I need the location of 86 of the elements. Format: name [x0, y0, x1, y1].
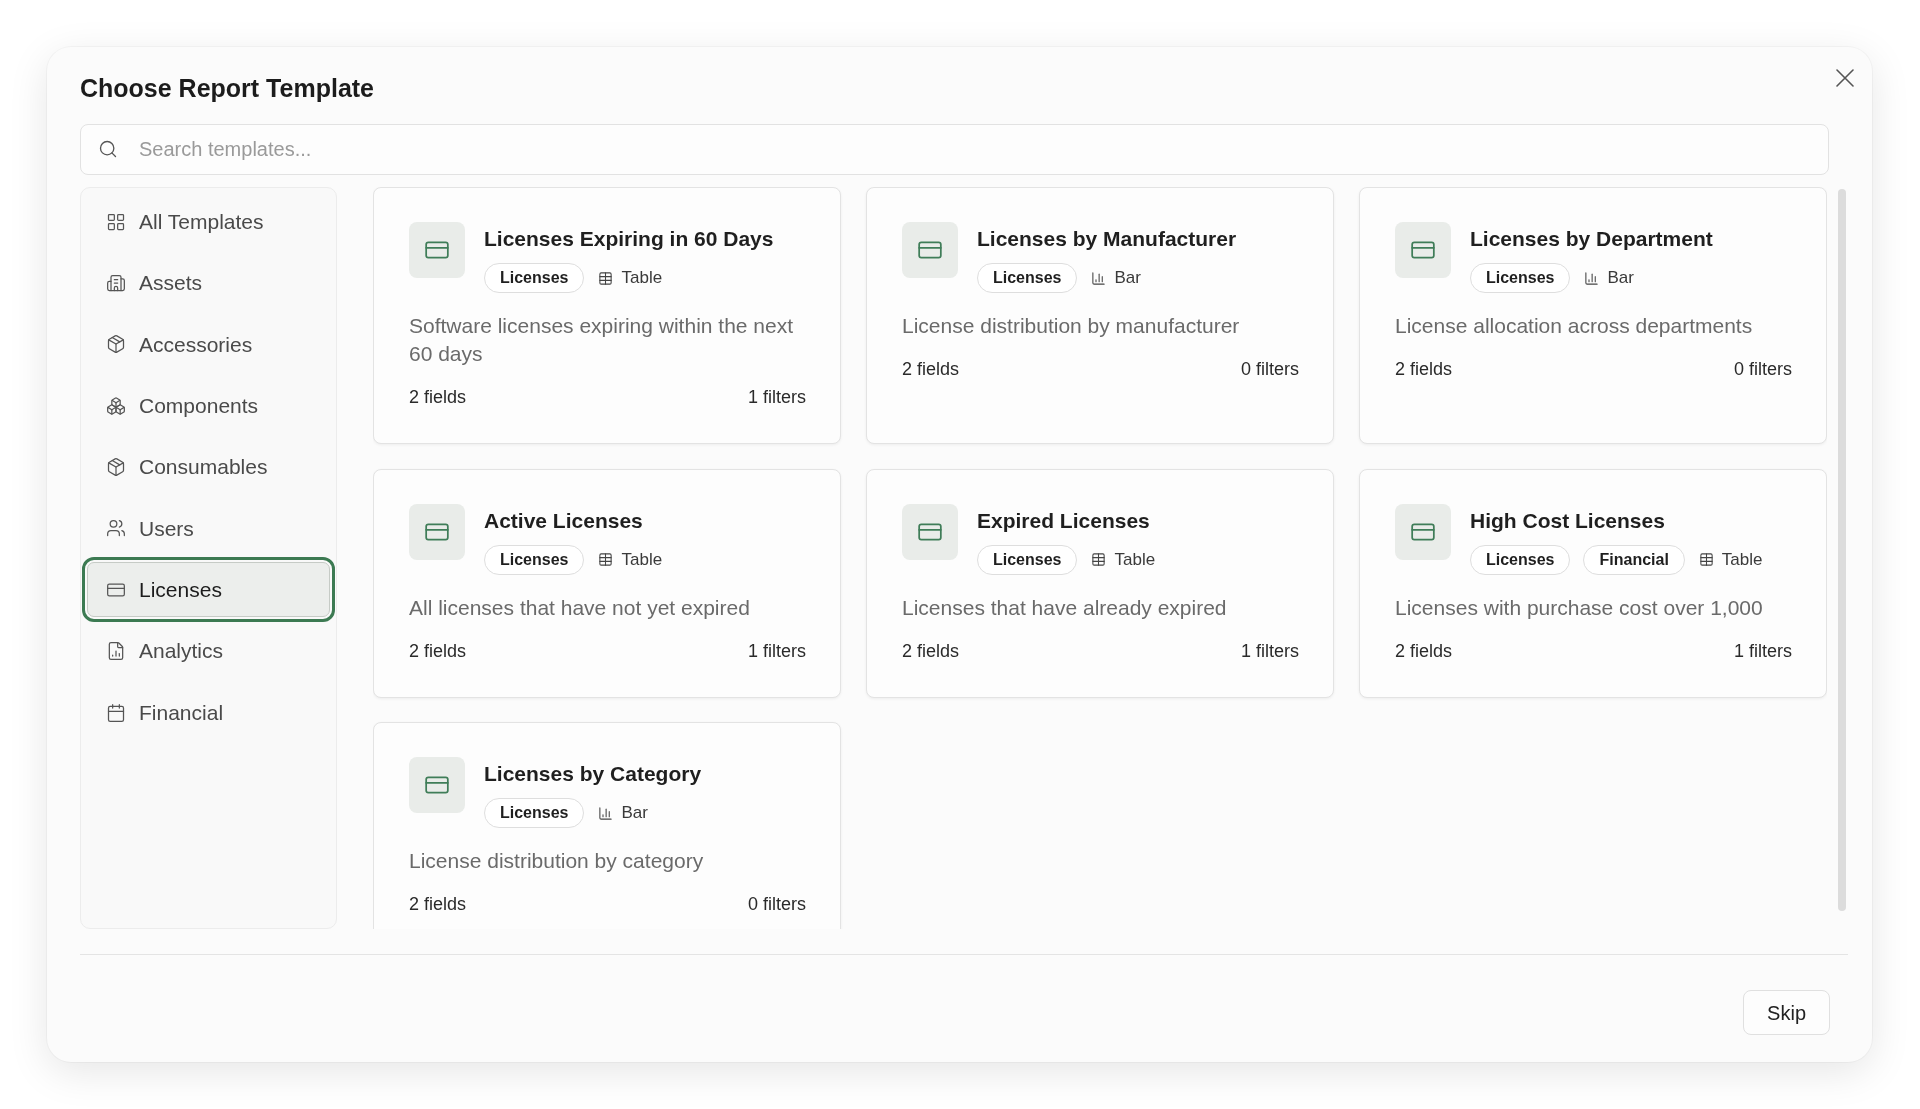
credit-card-icon: [409, 222, 465, 278]
table-icon: [598, 270, 614, 286]
template-description: All licenses that have not yet expired: [409, 594, 751, 621]
calendar-icon: [106, 702, 126, 723]
template-card[interactable]: Licenses Expiring in 60 Days Licenses Table Software licenses expiring within the next 60 days 2 fields 1 filters: [373, 187, 841, 444]
bar-chart-icon: [1584, 270, 1600, 286]
sidebar-item[interactable]: Components: [87, 378, 330, 434]
tag: Licenses: [977, 544, 1078, 575]
credit-card-icon: [902, 222, 958, 278]
template-description: Licenses that have already expired: [902, 594, 1228, 621]
boxes-icon: [106, 395, 126, 416]
field-count: 2 fields: [902, 358, 960, 381]
close-icon: [1836, 69, 1854, 87]
credit-card-icon: [902, 503, 958, 560]
search-icon: [98, 139, 118, 159]
bar-chart-icon: [598, 805, 614, 821]
sidebar-item[interactable]: Financial: [87, 685, 330, 741]
box-icon: [106, 334, 126, 355]
sidebar-item[interactable]: Users: [87, 500, 330, 556]
tag: Licenses: [977, 263, 1078, 293]
template-card[interactable]: Active Licenses Licenses Table All licenses that have not yet expired 2 fields 1 filters: [373, 468, 841, 698]
filter-count: 1 filters: [1733, 639, 1792, 663]
skip-button[interactable]: Skip: [1743, 990, 1830, 1035]
filter-count: 0 filters: [747, 893, 806, 916]
tag: Licenses: [484, 798, 585, 828]
card-title: Active Licenses: [484, 507, 644, 534]
sidebar-item[interactable]: Accessories: [87, 316, 330, 372]
card-title: Expired Licenses: [977, 507, 1151, 534]
chart-type-label: Table: [1721, 548, 1763, 571]
chart-type-label: Table: [621, 267, 663, 290]
chart-type-label: Table: [621, 548, 663, 571]
tag: Financial: [1583, 544, 1685, 575]
template-card[interactable]: Licenses by Manufacturer Licenses Bar License distribution by manufacturer 2 fields 0 filters: [866, 187, 1334, 444]
file-chart-icon: [106, 641, 126, 662]
template-description: License distribution by category: [409, 848, 705, 874]
tag: Licenses: [1470, 263, 1571, 293]
tag: Licenses: [484, 263, 585, 293]
chart-type-label: Bar: [621, 802, 648, 825]
table-icon: [1698, 552, 1714, 567]
filter-count: 0 filters: [1240, 358, 1299, 381]
template-card[interactable]: Licenses by Department Licenses Bar License allocation across departments 2 fields 0 filters: [1359, 187, 1827, 444]
credit-card-icon: [1395, 503, 1451, 560]
template-card[interactable]: High Cost Licenses Licenses Financial Table Licenses with purchase cost over 1,000 2 fields 1 filters: [1359, 468, 1827, 698]
search-field[interactable]: Search templates...: [80, 124, 1829, 175]
building-icon: [106, 272, 126, 293]
template-card[interactable]: Expired Licenses Licenses Table Licenses that have already expired 2 fields 1 filters: [866, 468, 1334, 698]
box-icon: [106, 457, 126, 478]
table-icon: [598, 552, 614, 567]
filter-count: 1 filters: [747, 386, 806, 409]
template-description: Licenses with purchase cost over 1,000: [1395, 594, 1764, 621]
users-icon: [106, 518, 126, 539]
chart-type-label: Bar: [1114, 267, 1141, 290]
card-title: Licenses by Manufacturer: [977, 226, 1237, 252]
sidebar-item[interactable]: Analytics: [87, 623, 330, 679]
card-title: High Cost Licenses: [1470, 507, 1666, 534]
filter-count: 0 filters: [1733, 358, 1792, 381]
card-title: Licenses by Department: [1470, 226, 1713, 252]
card-title: Licenses Expiring in 60 Days: [484, 226, 774, 252]
field-count: 2 fields: [409, 893, 467, 916]
field-count: 2 fields: [409, 386, 467, 409]
credit-card-icon: [409, 757, 465, 813]
template-description: Software licenses expiring within the next 60 days: [409, 313, 795, 367]
sidebar-item[interactable]: Consumables: [87, 439, 330, 495]
field-count: 2 fields: [1395, 639, 1453, 663]
chart-type-label: Table: [1114, 548, 1156, 571]
tag: Licenses: [484, 544, 585, 575]
table-icon: [1091, 552, 1107, 567]
scrollbar-thumb[interactable]: [1838, 189, 1846, 911]
sidebar-item[interactable]: Assets: [87, 255, 330, 311]
grid-icon: [106, 211, 126, 232]
bar-chart-icon: [1091, 270, 1107, 286]
sidebar-item[interactable]: All Templates: [87, 194, 330, 249]
filter-count: 1 filters: [1240, 639, 1299, 663]
template-description: License distribution by manufacturer: [902, 313, 1241, 339]
template-card[interactable]: Licenses by Category Licenses Bar License distribution by category 2 fields 0 filters: [373, 722, 841, 929]
filter-count: 1 filters: [747, 639, 806, 663]
chart-type-label: Bar: [1607, 267, 1634, 290]
credit-card-icon: [409, 503, 465, 560]
card-title: Licenses by Category: [484, 761, 702, 787]
field-count: 2 fields: [409, 639, 467, 663]
tag: Licenses: [1470, 544, 1571, 575]
field-count: 2 fields: [902, 639, 960, 663]
template-description: License allocation across departments: [1395, 313, 1754, 339]
field-count: 2 fields: [1395, 358, 1453, 381]
credit-card-icon: [1395, 222, 1451, 278]
dialog-title: Choose Report Template: [80, 73, 375, 103]
